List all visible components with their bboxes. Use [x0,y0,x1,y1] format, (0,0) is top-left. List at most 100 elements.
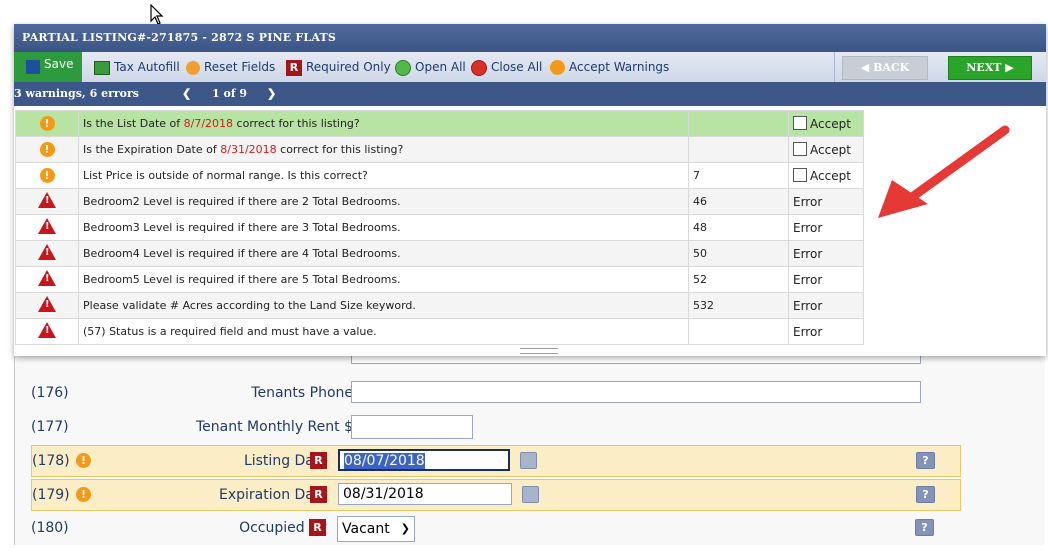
error-icon [38,296,56,312]
required-badge: R [310,486,327,503]
back-button[interactable]: ◀ BACK [842,56,928,80]
field-number: (179) [32,487,70,503]
next-page-button[interactable]: ❯ [267,82,276,106]
floppy-disk-icon [26,60,40,74]
validation-row[interactable]: Bedroom3 Level is required if there are … [15,214,864,241]
field-code: 50 [688,240,789,267]
validation-message: (57) Status is a required field and must… [78,318,689,345]
field-number: (180) [31,520,69,536]
validation-message: Bedroom2 Level is required if there are … [78,188,689,215]
save-button[interactable]: Save [14,52,82,82]
reset-icon [186,60,200,75]
validation-row[interactable]: ! Is the Expiration Date of 8/31/2018 cor… [15,136,864,163]
open-all-icon [395,59,411,76]
accept-icon [550,60,565,75]
error-label: Error [793,272,823,287]
help-icon[interactable]: ? [915,519,934,536]
field-number: (176) [31,385,69,401]
back-arrow-icon: ◀ [860,61,870,74]
close-all-icon [471,59,487,76]
validation-message: Bedroom5 Level is required if there are … [78,266,689,293]
field-label: Tenant Monthly Rent $ [196,419,353,435]
expiration-date-input[interactable]: 08/31/2018 [338,483,512,505]
error-label: Error [793,298,823,313]
tenants-phone-input[interactable] [351,381,921,403]
page-indicator: 1 of 9 [212,87,248,100]
next-arrow-icon: ▶ [1005,61,1014,74]
field-code [688,136,789,163]
checkbox-icon[interactable] [793,116,807,130]
accept-checkbox[interactable]: Accept [793,116,851,131]
validation-message: Is the Expiration Date of 8/31/2018 corr… [78,136,689,163]
warning-icon: ! [76,453,91,468]
warning-icon: ! [76,487,91,502]
error-icon [38,244,56,260]
tax-icon [94,60,110,75]
toolbar: Save Tax Autofill Reset Fields R Required… [14,52,1046,83]
help-icon[interactable]: ? [916,452,935,469]
listing-form: (176) Tenants Phone (177) Tenant Monthly… [14,340,1045,545]
validation-row[interactable]: Bedroom5 Level is required if there are … [15,266,864,293]
occupied-by-select[interactable]: Vacant ❯ [337,516,415,542]
tenant-monthly-rent-input[interactable] [351,415,473,439]
accept-checkbox[interactable]: Accept [793,142,851,157]
warning-summary: 3 warnings, 6 errors [14,87,139,100]
listing-date-input[interactable]: 08/07/2018 [338,449,510,471]
reset-fields-button[interactable]: Reset Fields [186,58,275,76]
validation-message: Please validate # Acres according to the… [78,292,689,319]
form-row-occupied-by: (180) Occupied By R Vacant ❯ ? [31,513,959,543]
listing-date-value: 08/07/2018 [344,453,425,469]
required-badge: R [310,452,327,469]
field-number: (178) [32,453,70,469]
field-code: 52 [688,266,789,293]
field-code: 46 [688,188,789,215]
next-button[interactable]: NEXT ▶ [948,56,1032,80]
error-label: Error [793,324,823,339]
tax-autofill-button[interactable]: Tax Autofill [94,58,180,76]
error-icon [38,270,56,286]
field-number: (177) [31,419,69,435]
checkbox-icon[interactable] [793,142,807,156]
form-row-listing-date: (178) ! Listing Date R 08/07/2018 ? [31,445,961,477]
help-icon[interactable]: ? [916,486,935,503]
warning-icon: ! [39,168,55,183]
accept-checkbox[interactable]: Accept [793,168,851,183]
field-code: 532 [688,292,789,319]
validation-row[interactable]: Bedroom4 Level is required if there are … [15,240,864,267]
calendar-icon[interactable] [522,486,539,503]
form-row-tenants-phone: (176) Tenants Phone [31,378,959,408]
prev-page-button[interactable]: ❮ [182,82,191,106]
warning-icon: ! [39,142,55,157]
validation-table: ! Is the List Date of 8/7/2018 correct fo… [15,110,864,345]
error-icon [38,192,56,208]
checkbox-icon[interactable] [793,168,807,182]
validation-row[interactable]: ! List Price is outside of normal range. … [15,162,864,189]
form-row-tenant-monthly-rent: (177) Tenant Monthly Rent $ [31,412,959,442]
toolbar-divider [834,52,835,82]
error-icon [38,218,56,234]
calendar-icon[interactable] [520,452,537,469]
resize-handle[interactable] [520,348,558,354]
error-label: Error [793,246,823,261]
validation-row[interactable]: Please validate # Acres according to the… [15,292,864,319]
occupied-by-value: Vacant [342,521,390,537]
date-value: 8/31/2018 [220,143,277,156]
field-code [688,318,789,345]
validation-message: Bedroom4 Level is required if there are … [78,240,689,267]
error-icon [38,322,56,338]
validation-message: List Price is outside of normal range. I… [78,162,689,189]
required-icon: R [286,59,302,76]
panel-title: PARTIAL LISTING#-271875 - 2872 S PINE FL… [14,24,1046,52]
field-label: Tenants Phone [251,385,353,401]
validation-row[interactable]: ! Is the List Date of 8/7/2018 correct fo… [15,110,864,137]
error-label: Error [793,220,823,235]
accept-warnings-button[interactable]: Accept Warnings [550,58,669,76]
validation-row[interactable]: (57) Status is a required field and must… [15,318,864,345]
validation-row[interactable]: Bedroom2 Level is required if there are … [15,188,864,215]
open-all-button[interactable]: Open All [395,58,466,76]
expiration-date-value: 08/31/2018 [343,486,424,502]
error-label: Error [793,194,823,209]
required-only-button[interactable]: R Required Only [286,58,391,76]
warning-icon: ! [39,116,55,131]
close-all-button[interactable]: Close All [471,58,542,76]
